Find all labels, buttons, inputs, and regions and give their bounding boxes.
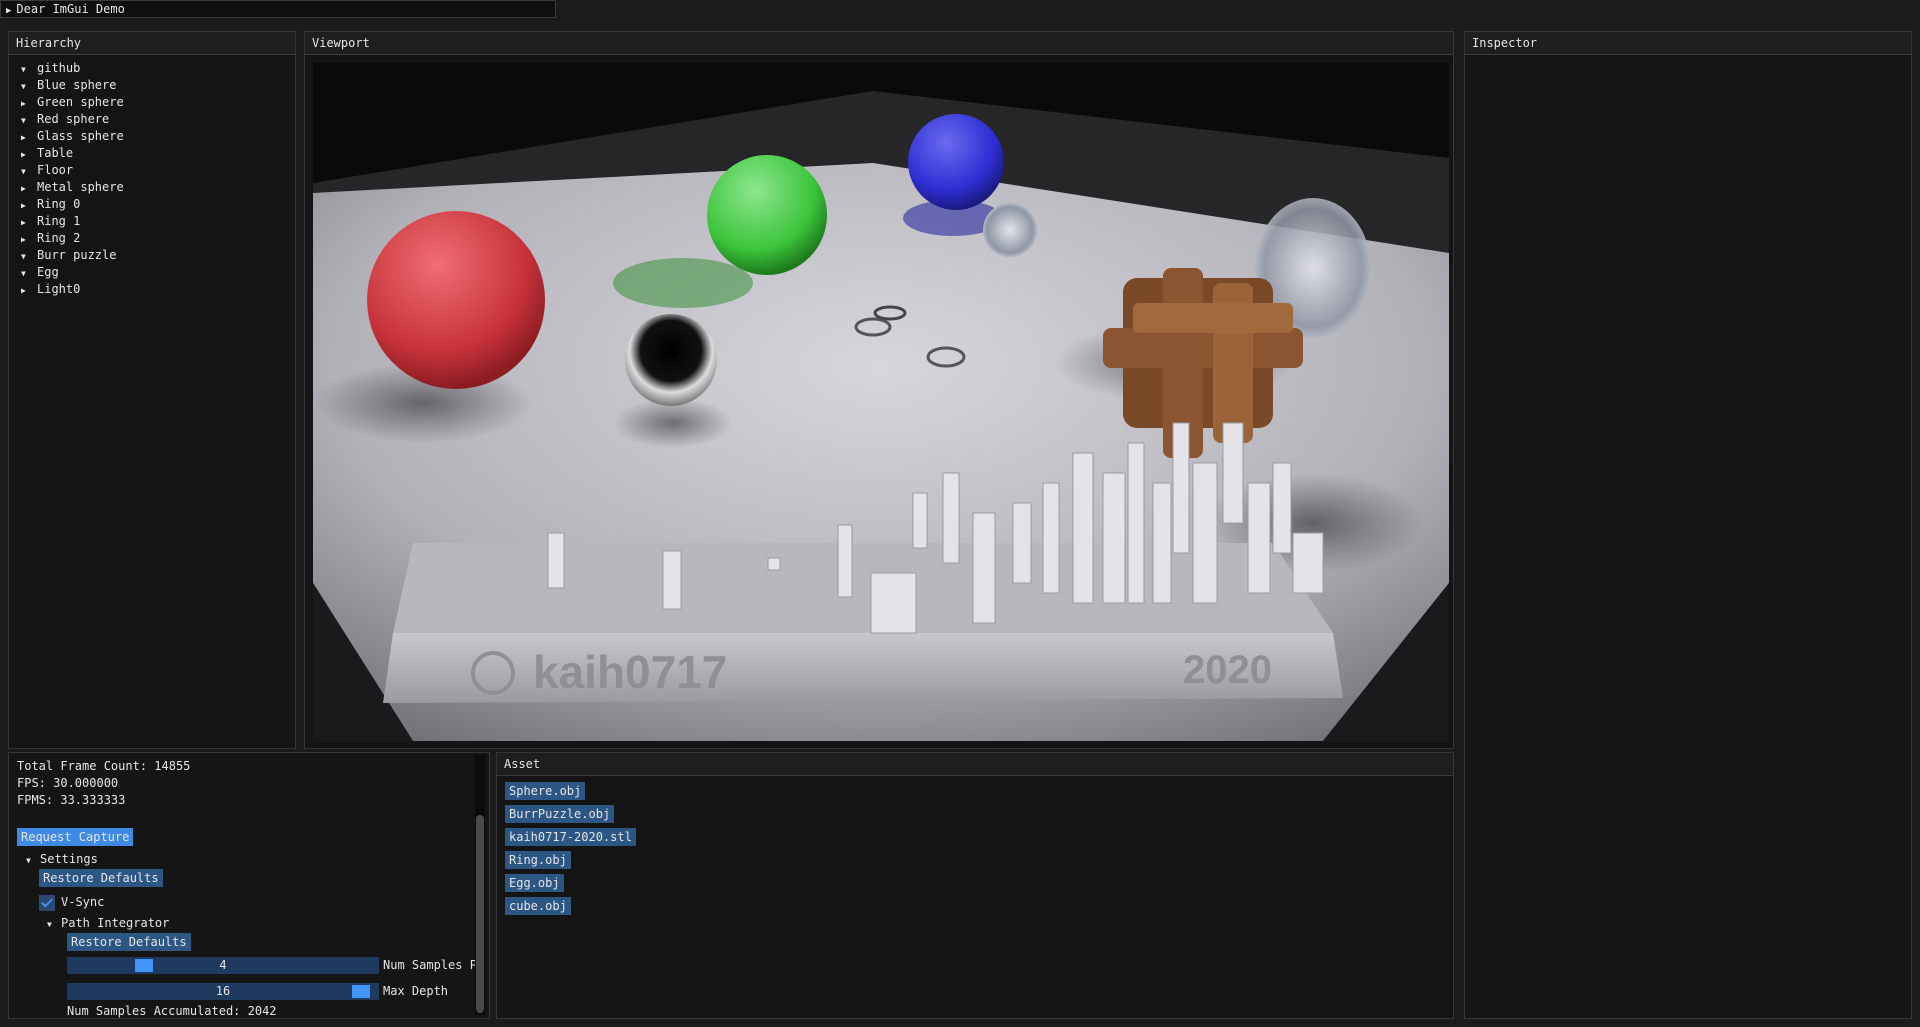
hierarchy-item-label: Egg	[37, 265, 59, 279]
path-restore-defaults-button[interactable]: Restore Defaults	[67, 933, 191, 951]
hierarchy-item-label: Floor	[37, 163, 74, 177]
max-depth-label: Max Depth	[383, 984, 449, 998]
hierarchy-item-label: Table	[37, 146, 74, 160]
collapsed-arrow-icon[interactable]: ▶	[21, 95, 37, 112]
inspector-title[interactable]: Inspector	[1465, 32, 1911, 55]
collapse-arrow-icon[interactable]: ▶	[6, 6, 11, 16]
path-integrator-label: Path Integrator	[61, 916, 170, 930]
hierarchy-item-label: Blue sphere	[37, 78, 117, 92]
settings-tree-node[interactable]: ▼ Settings	[17, 849, 489, 869]
asset-list: Sphere.obj BurrPuzzle.obj kaih0717-2020.st…	[497, 776, 1453, 915]
hierarchy-item[interactable]: ▼ Egg	[9, 264, 295, 281]
hierarchy-item[interactable]: ▶ Ring 2	[9, 230, 295, 247]
hierarchy-item-label: Green sphere	[37, 95, 124, 109]
settings-label: Settings	[40, 852, 98, 866]
asset-item-button[interactable]: Sphere.obj	[505, 782, 586, 800]
hierarchy-item-label: Glass sphere	[37, 129, 124, 143]
hierarchy-item-label: Red sphere	[37, 112, 110, 126]
restore-defaults-button[interactable]: Restore Defaults	[39, 869, 163, 887]
hierarchy-item-label: Burr puzzle	[37, 248, 117, 262]
max-depth-value: 16	[215, 984, 231, 998]
hierarchy-item-label: Metal sphere	[37, 180, 124, 194]
expanded-arrow-icon: ▼	[26, 856, 31, 865]
hierarchy-item[interactable]: ▼ github	[9, 60, 295, 77]
hierarchy-item[interactable]: ▼ Red sphere	[9, 111, 295, 128]
hierarchy-item[interactable]: ▼ Floor	[9, 162, 295, 179]
request-capture-button[interactable]: Request Capture	[17, 828, 134, 846]
hierarchy-item[interactable]: ▼ Blue sphere	[9, 77, 295, 94]
num-samples-slider[interactable]: 4	[67, 957, 379, 974]
stats-scrollbar[interactable]	[475, 755, 485, 1015]
num-samples-slider-row: 4 Num Samples Pe	[67, 955, 489, 975]
demo-window-titlebar[interactable]: ▶ Dear ImGui Demo	[0, 0, 556, 18]
num-samples-accumulated: Num Samples Accumulated: 2042	[67, 1004, 277, 1018]
demo-window-title: Dear ImGui Demo	[16, 2, 125, 16]
collapsed-arrow-icon[interactable]: ▶	[21, 231, 37, 248]
hierarchy-title[interactable]: Hierarchy	[9, 32, 295, 55]
expanded-arrow-icon: ▼	[47, 920, 52, 929]
expanded-arrow-icon[interactable]: ▼	[21, 112, 37, 129]
expanded-arrow-icon[interactable]: ▼	[21, 163, 37, 180]
asset-item-button[interactable]: Ring.obj	[505, 851, 571, 869]
hierarchy-item[interactable]: ▶ Green sphere	[9, 94, 295, 111]
expanded-arrow-icon[interactable]: ▼	[21, 265, 37, 282]
hierarchy-item[interactable]: ▶ Glass sphere	[9, 128, 295, 145]
asset-item-button[interactable]: kaih0717-2020.stl	[505, 828, 636, 846]
hierarchy-item-label: github	[37, 61, 81, 75]
hierarchy-item-label: Light0	[37, 282, 81, 296]
hierarchy-item-label: Ring 0	[37, 197, 81, 211]
render-engraving-year: 2020	[1183, 648, 1272, 692]
vsync-checkbox[interactable]	[39, 894, 55, 911]
vsync-label: V-Sync	[61, 895, 105, 909]
hierarchy-tree: ▼ github ▼ Blue sphere ▶ Green sphere ▼ Red sph…	[9, 55, 295, 298]
hierarchy-item[interactable]: ▶ Table	[9, 145, 295, 162]
render-engraving-text: kaih0717	[533, 646, 727, 698]
fpms-readout: FPMS: 33.333333	[17, 793, 126, 807]
expanded-arrow-icon[interactable]: ▼	[21, 78, 37, 95]
asset-panel: Asset Sphere.obj BurrPuzzle.obj kaih0717-2…	[496, 752, 1454, 1019]
asset-item-button[interactable]: Egg.obj	[505, 874, 564, 892]
max-depth-slider-row: 16 Max Depth	[67, 981, 489, 1001]
hierarchy-item[interactable]: ▶ Light0	[9, 281, 295, 298]
num-samples-label: Num Samples Pe	[383, 958, 485, 972]
hierarchy-item[interactable]: ▶ Metal sphere	[9, 179, 295, 196]
collapsed-arrow-icon[interactable]: ▶	[21, 129, 37, 146]
num-samples-value: 4	[219, 958, 227, 972]
hierarchy-item[interactable]: ▼ Burr puzzle	[9, 247, 295, 264]
max-depth-slider[interactable]: 16	[67, 983, 379, 1000]
total-frame-count: Total Frame Count: 14855	[17, 759, 191, 773]
asset-item-button[interactable]: cube.obj	[505, 897, 571, 915]
collapsed-arrow-icon[interactable]: ▶	[21, 197, 37, 214]
expanded-arrow-icon[interactable]: ▼	[21, 248, 37, 265]
stats-scrollbar-thumb[interactable]	[476, 815, 484, 1013]
expanded-arrow-icon[interactable]: ▼	[21, 61, 37, 78]
stats-panel: Total Frame Count: 14855 FPS: 30.000000 …	[8, 752, 490, 1019]
collapsed-arrow-icon[interactable]: ▶	[21, 146, 37, 163]
asset-title[interactable]: Asset	[497, 753, 1453, 776]
viewport-title[interactable]: Viewport	[305, 32, 1453, 55]
collapsed-arrow-icon[interactable]: ▶	[21, 282, 37, 299]
hierarchy-item-label: Ring 1	[37, 214, 81, 228]
hierarchy-item-label: Ring 2	[37, 231, 81, 245]
inspector-panel: Inspector	[1464, 31, 1912, 1019]
hierarchy-item[interactable]: ▶ Ring 1	[9, 213, 295, 230]
render-image[interactable]: kaih0717 2020	[313, 63, 1449, 741]
collapsed-arrow-icon[interactable]: ▶	[21, 180, 37, 197]
collapsed-arrow-icon[interactable]: ▶	[21, 214, 37, 231]
path-integrator-tree-node[interactable]: ▼ Path Integrator	[17, 913, 489, 933]
asset-item-button[interactable]: BurrPuzzle.obj	[505, 805, 615, 823]
hierarchy-item[interactable]: ▶ Ring 0	[9, 196, 295, 213]
viewport-panel: Viewport kaih0717 2020	[304, 31, 1454, 749]
fps-readout: FPS: 30.000000	[17, 776, 119, 790]
hierarchy-panel: Hierarchy ▼ github ▼ Blue sphere ▶ Green sphe…	[8, 31, 296, 749]
